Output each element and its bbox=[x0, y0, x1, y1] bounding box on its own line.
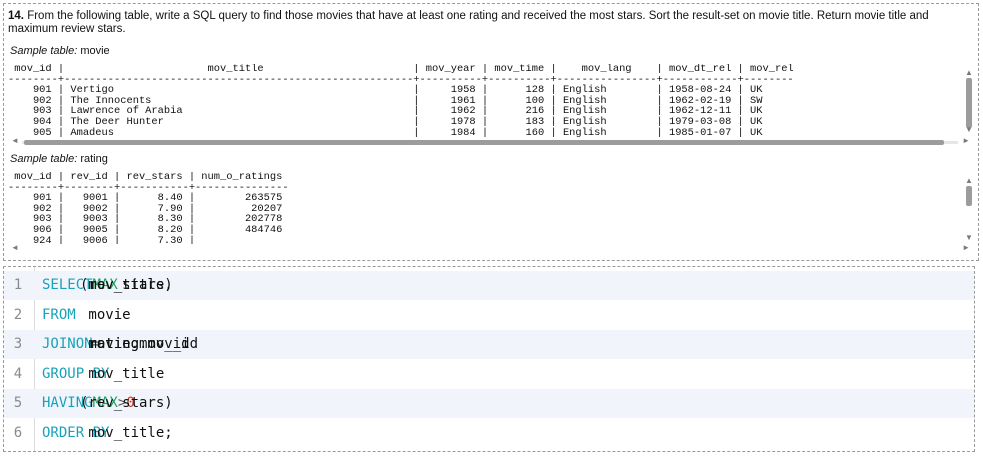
code-text[interactable]: FROM movie bbox=[42, 301, 131, 330]
rating-table-horizontal-scrollbar[interactable]: ◄ ► bbox=[8, 243, 972, 254]
question-text-block: 14. From the following table, write a SQ… bbox=[8, 10, 976, 36]
question-text: From the following table, write a SQL qu… bbox=[8, 10, 932, 35]
line-number: 3 bbox=[13, 336, 23, 352]
line-number: 5 bbox=[13, 395, 23, 411]
sql-token: mov_title bbox=[80, 365, 165, 382]
sql-token: movie bbox=[80, 306, 131, 323]
code-line[interactable]: 2 FROM movie bbox=[4, 301, 974, 330]
movie-table-horizontal-scrollbar[interactable]: ◄ ► bbox=[8, 136, 972, 147]
rating-table-text: mov_id | rev_id | rev_stars | num_o_rati… bbox=[8, 172, 289, 244]
sql-token: (rev_stars) bbox=[80, 277, 173, 293]
sample-table-label-italic: Sample table: bbox=[10, 45, 78, 57]
sql-keyword: JOIN bbox=[42, 336, 76, 352]
line-number: 4 bbox=[13, 365, 23, 382]
scroll-up-icon[interactable]: ▲ bbox=[964, 176, 974, 185]
line-number: 1 bbox=[13, 277, 23, 293]
sql-token: rating.mov_id bbox=[80, 336, 199, 352]
scroll-right-icon[interactable]: ► bbox=[962, 243, 970, 252]
scroll-left-icon[interactable]: ◄ bbox=[11, 136, 19, 145]
code-line[interactable]: 5 HAVING MAX (rev_stars) > 0 bbox=[4, 389, 974, 418]
code-line[interactable]: 1 SELECT mov_title, MAX (rev_stars) bbox=[4, 271, 974, 300]
horizontal-scroll-thumb[interactable] bbox=[24, 140, 944, 145]
vertical-scroll-thumb[interactable] bbox=[966, 78, 972, 128]
rating-table-frame[interactable]: mov_id | rev_id | rev_stars | num_o_rati… bbox=[8, 172, 972, 244]
code-line[interactable]: 4 GROUP BY mov_title bbox=[4, 360, 974, 389]
movie-table-text: mov_id | mov_title | mov_year | mov_time… bbox=[8, 64, 794, 137]
sql-token: (rev_stars) bbox=[80, 395, 182, 411]
movie-table-name: movie bbox=[80, 45, 110, 57]
scroll-right-icon[interactable]: ► bbox=[962, 136, 970, 145]
code-text[interactable]: ORDER BY mov_title; bbox=[42, 419, 173, 448]
sample-table-label-italic: Sample table: bbox=[10, 153, 78, 165]
vertical-scroll-thumb[interactable] bbox=[966, 186, 972, 206]
line-number: 2 bbox=[13, 306, 23, 323]
scroll-left-icon[interactable]: ◄ bbox=[11, 243, 19, 252]
code-line[interactable]: 3 JOIN rating ON movie.mov_id = rating.mo… bbox=[4, 330, 974, 359]
code-text[interactable]: JOIN rating ON movie.mov_id = rating.mov… bbox=[42, 330, 198, 359]
sql-keyword: FROM bbox=[42, 306, 76, 323]
scroll-down-icon[interactable]: ▼ bbox=[964, 233, 974, 242]
code-line[interactable]: 6 ORDER BY mov_title; bbox=[4, 419, 974, 448]
movie-table-label: Sample table: movie bbox=[10, 45, 110, 57]
sql-code-editor[interactable]: 1 SELECT mov_title, MAX (rev_stars) 2 FROM m… bbox=[3, 266, 975, 452]
code-text[interactable]: SELECT mov_title, MAX (rev_stars) bbox=[42, 271, 173, 300]
line-number: 6 bbox=[13, 424, 23, 441]
question-panel: 14. From the following table, write a SQ… bbox=[3, 3, 979, 261]
movie-table-frame[interactable]: mov_id | mov_title | mov_year | mov_time… bbox=[8, 64, 972, 137]
code-text[interactable]: GROUP BY mov_title bbox=[42, 360, 164, 389]
rating-table-vertical-scrollbar[interactable]: ▲ ▼ bbox=[964, 176, 974, 242]
scroll-up-icon[interactable]: ▲ bbox=[964, 68, 974, 77]
rating-table-name: rating bbox=[80, 153, 108, 165]
question-number: 14. bbox=[8, 10, 24, 22]
movie-table-vertical-scrollbar[interactable]: ▲ ▼ bbox=[964, 68, 974, 134]
sql-token: mov_title; bbox=[80, 424, 173, 441]
scroll-down-icon[interactable]: ▼ bbox=[964, 125, 974, 134]
rating-table-label: Sample table: rating bbox=[10, 153, 108, 165]
code-text[interactable]: HAVING MAX (rev_stars) > 0 bbox=[42, 389, 173, 418]
